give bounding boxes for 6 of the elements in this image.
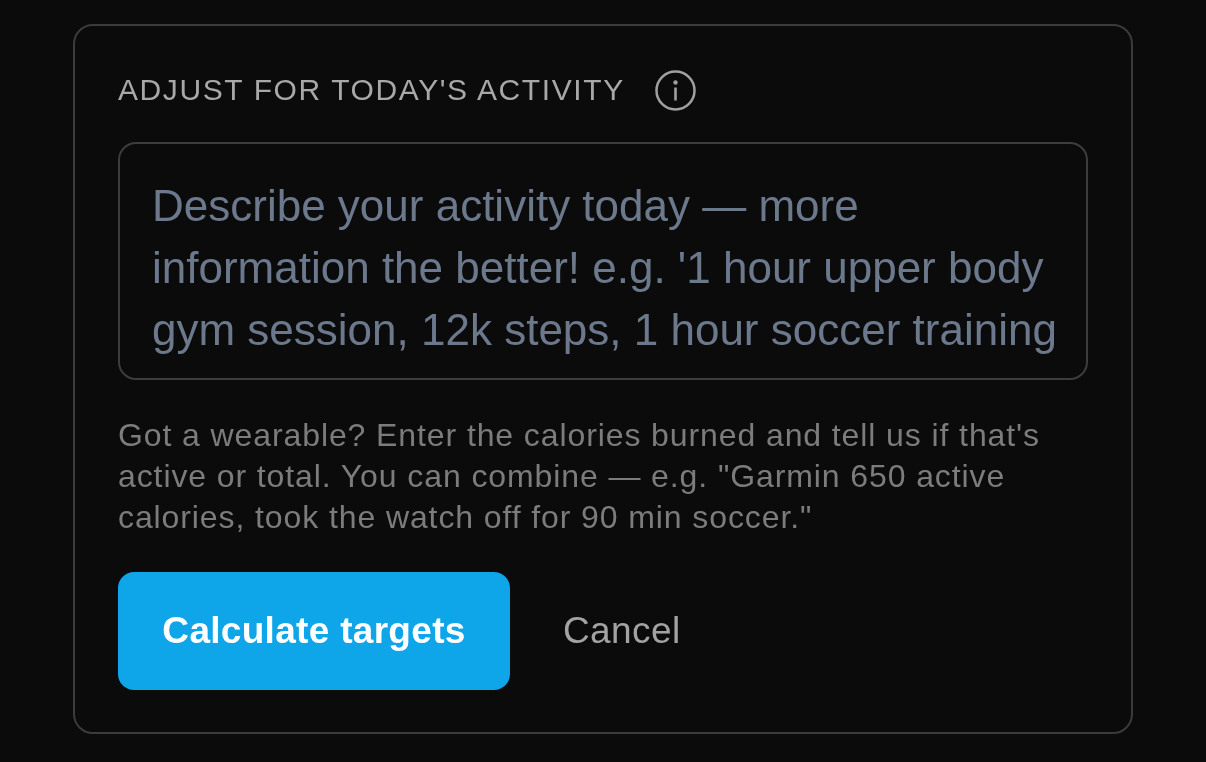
calculate-button[interactable]: Calculate targets xyxy=(118,572,510,690)
section-heading: ADJUST FOR TODAY'S ACTIVITY xyxy=(118,72,625,108)
hint-text: Got a wearable? Enter the calories burned and tell us if that's active or total. You can combine — e.g. "Garmin 650 active calories, took the watch off for 90 min soccer." xyxy=(118,416,1041,537)
info-icon[interactable] xyxy=(654,69,696,111)
activity-input-field[interactable]: Describe your activity today — more information the better! e.g. '1 hour upper body gym session, 12k steps, 1 hour soccer training xyxy=(118,142,1088,380)
cancel-button[interactable]: Cancel xyxy=(563,608,681,654)
